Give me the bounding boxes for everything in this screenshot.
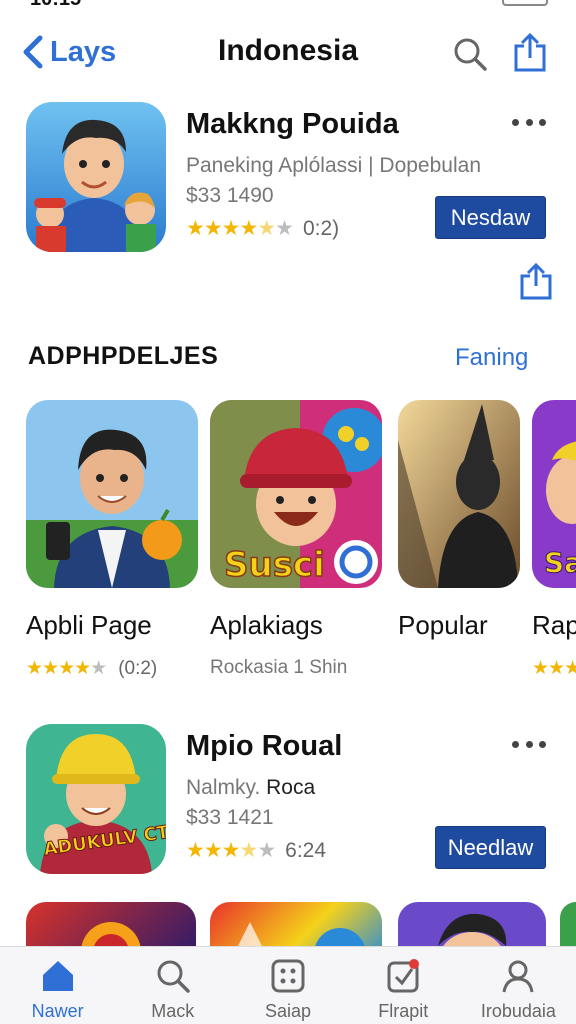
tab-apps[interactable]: Saiap <box>230 947 345 1024</box>
carousel-card[interactable]: Popular <box>398 400 520 641</box>
status-time: 10:15 <box>30 0 81 11</box>
tab-search[interactable]: Mack <box>115 947 230 1024</box>
tab-label: Flrapit <box>378 1001 429 1021</box>
status-bar: 10:15 <box>0 0 576 10</box>
more-options-icon[interactable] <box>512 738 546 750</box>
battery-icon <box>502 0 548 6</box>
app-icon-art: ADUKULV CTLERS <box>26 724 166 874</box>
updates-icon <box>387 959 420 993</box>
card-title: Popular <box>398 610 488 640</box>
card-title: Apbli Page <box>26 610 152 640</box>
card-title: Aplakiags <box>210 610 323 640</box>
card-title: Rap <box>532 610 576 640</box>
tab-today[interactable]: Nawer <box>0 947 115 1024</box>
app-rating: ★★★★★ 6:24 <box>186 838 326 863</box>
app-thumbnail-art: Susci <box>210 400 382 588</box>
card-rating: ★★★ <box>532 657 576 680</box>
app-icon[interactable]: ADUKULV CTLERS <box>26 724 166 874</box>
tab-label: Saiap <box>264 1001 312 1021</box>
app-thumbnail[interactable]: Sa <box>532 400 576 588</box>
app-subtitle: Nalmky. Roca <box>186 776 315 800</box>
search-icon[interactable] <box>450 34 490 74</box>
thumbnail-art-text: Sa <box>544 546 576 579</box>
share-icon[interactable] <box>518 262 554 302</box>
more-options-icon[interactable] <box>512 116 546 128</box>
get-button[interactable]: Nesdaw <box>435 196 546 239</box>
rating-count: 6:24 <box>285 838 327 862</box>
app-price: $33 1490 <box>186 184 274 207</box>
app-rating: ★★★★★★ 0:2) <box>186 216 339 241</box>
app-thumbnail[interactable] <box>398 400 520 588</box>
share-icon[interactable] <box>510 32 550 74</box>
app-thumbnail-art: Sa <box>532 400 576 588</box>
navigation-bar: Lays Indonesia <box>0 22 576 86</box>
carousel-card[interactable]: Apbli Page ★★★★★ (0:2) <box>26 400 198 680</box>
app-name: Makkng Pouida <box>186 108 399 140</box>
app-carousel[interactable]: Apbli Page ★★★★★ (0:2) Susci Aplakiags R… <box>0 400 576 690</box>
tab-label: Nawer <box>31 1001 84 1021</box>
app-price: $33 1421 <box>186 806 274 829</box>
app-thumbnail[interactable]: Susci <box>210 400 382 588</box>
card-subtitle: Rockasia 1 Shin <box>210 657 348 678</box>
app-thumbnail[interactable] <box>26 400 198 588</box>
app-subtitle-plain: Nalmky. <box>186 776 261 799</box>
search-icon <box>157 960 190 993</box>
star-rating: ★★★ <box>532 658 576 679</box>
back-label: Lays <box>50 35 117 68</box>
tab-updates[interactable]: Flrapit <box>346 947 461 1024</box>
rating-count: (0:2) <box>118 657 158 679</box>
tab-label: Irobudaia <box>480 1001 556 1021</box>
app-subtitle: Paneking Aplólassi | Dopebulan <box>186 154 481 177</box>
app-thumbnail-art <box>398 400 520 588</box>
featured-app-row[interactable]: Makkng Pouida Paneking Aplólassi | Dopeb… <box>0 102 576 262</box>
app-name: Mpio Roual <box>186 730 343 762</box>
apps-grid-icon <box>271 959 305 993</box>
star-rating: ★★★★★ <box>26 658 107 679</box>
home-icon <box>42 961 73 991</box>
thumbnail-art-text: Susci <box>224 545 325 585</box>
account-icon <box>502 960 534 993</box>
carousel-card[interactable]: Sa Rap ★★★ <box>532 400 576 680</box>
star-rating: ★★★★★ <box>186 839 276 862</box>
rating-count: 0:2) <box>302 216 340 240</box>
featured-app-row[interactable]: ADUKULV CTLERS Mpio Roual Nalmky. Roca $… <box>0 724 576 884</box>
get-button[interactable]: Needlaw <box>435 826 546 869</box>
app-icon-art <box>26 102 166 252</box>
tab-account[interactable]: Irobudaia <box>461 947 576 1024</box>
app-subtitle-bold: Roca <box>266 776 316 799</box>
see-all-link[interactable]: Faning <box>455 344 528 372</box>
tab-bar: Nawer Mack Saiap Flrapit Irobudaia <box>0 946 576 1024</box>
section-title: ADPHPDELJES <box>28 342 219 370</box>
app-icon[interactable] <box>26 102 166 252</box>
carousel-card[interactable]: Susci Aplakiags Rockasia 1 Shin <box>210 400 382 679</box>
app-thumbnail-art <box>26 400 198 588</box>
chevron-left-icon <box>23 35 43 69</box>
card-rating: ★★★★★ (0:2) <box>26 657 198 680</box>
back-button[interactable]: Lays <box>18 32 116 72</box>
tab-label: Mack <box>151 1001 195 1021</box>
star-rating: ★★★★★★ <box>186 217 294 240</box>
